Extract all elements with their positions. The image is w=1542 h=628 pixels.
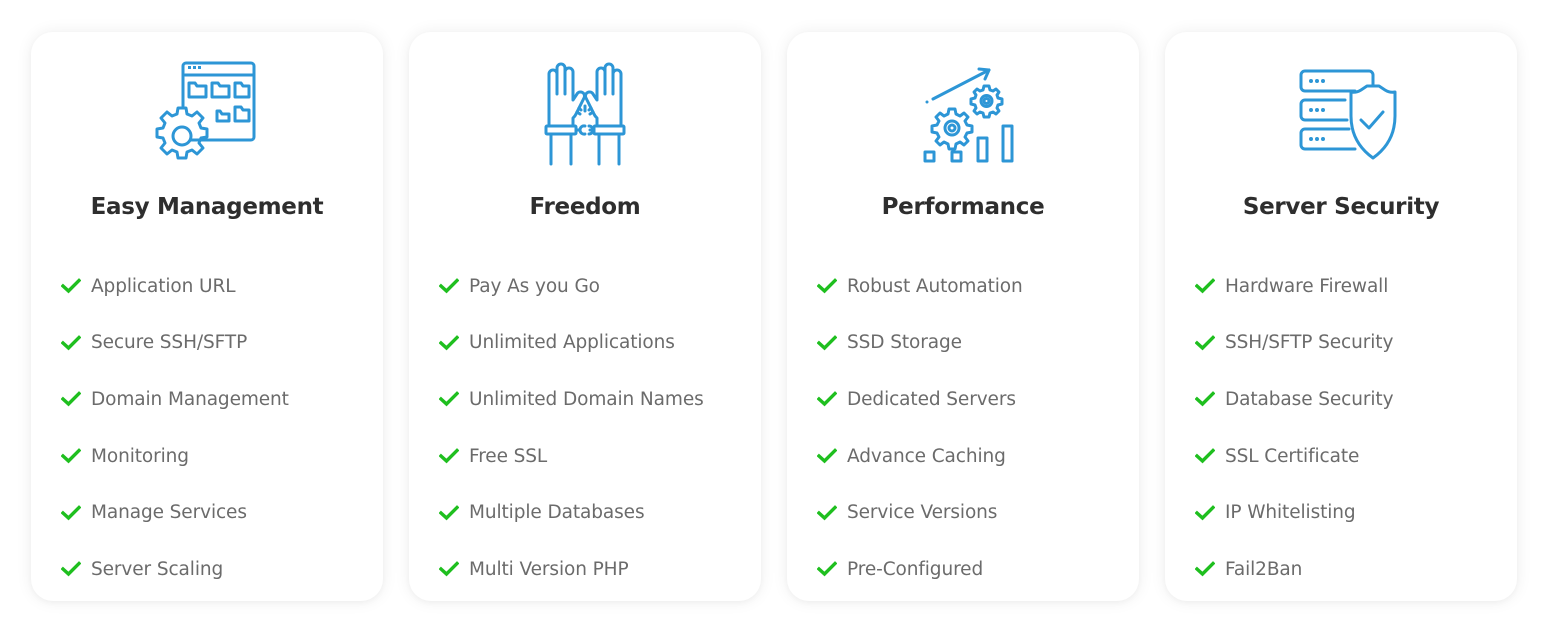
server-shield-icon (1165, 56, 1517, 168)
feature-item: Multiple Databases (439, 484, 704, 541)
feature-item: Robust Automation (817, 258, 1023, 315)
checkmark-icon (1195, 334, 1215, 351)
feature-label: Manage Services (91, 502, 247, 524)
feature-label: Hardware Firewall (1225, 275, 1389, 297)
checkmark-icon (817, 278, 837, 294)
checkmark-icon (1195, 504, 1215, 521)
feature-list: Application URL Secure SSH/SFTP Domain M… (61, 258, 289, 598)
checkmark-icon (439, 278, 459, 294)
checkmark-icon (817, 448, 837, 464)
checkmark-icon (61, 391, 81, 407)
feature-label: Fail2Ban (1225, 558, 1303, 580)
feature-item: SSL Certificate (1195, 428, 1393, 485)
file-manager-gear-icon (31, 56, 383, 168)
feature-item: Domain Management (61, 371, 289, 428)
checkmark-icon (1195, 278, 1215, 294)
checkmark-icon (61, 504, 81, 521)
feature-label: Multi Version PHP (469, 558, 629, 580)
feature-label: Secure SSH/SFTP (91, 332, 248, 354)
feature-list: Robust Automation SSD Storage Dedicated … (817, 258, 1023, 598)
feature-label: Application URL (91, 275, 236, 297)
card-title: Easy Management (90, 194, 324, 220)
checkmark-icon (1195, 561, 1215, 577)
feature-cards-grid: Easy Management Application URL Secure S… (0, 0, 1542, 628)
feature-item: Advance Caching (817, 428, 1023, 485)
feature-item: SSH/SFTP Security (1195, 315, 1393, 372)
checkmark-icon (817, 391, 837, 407)
checkmark-icon (439, 561, 459, 577)
card-title: Performance (881, 194, 1045, 220)
checkmark-icon (817, 561, 837, 577)
feature-label: Server Scaling (91, 558, 224, 580)
checkmark-icon (439, 391, 459, 407)
feature-label: Database Security (1225, 388, 1394, 410)
checkmark-icon (439, 334, 459, 351)
checkmark-icon (61, 561, 81, 577)
feature-label: Unlimited Domain Names (469, 388, 704, 410)
checkmark-icon (817, 504, 837, 521)
feature-card-server-security: Server Security Hardware Firewall SSH/SF… (1165, 32, 1517, 601)
checkmark-icon (1195, 391, 1215, 407)
feature-list: Pay As you Go Unlimited Applications Unl… (439, 258, 704, 598)
checkmark-icon (817, 334, 837, 351)
feature-card-performance: Performance Robust Automation SSD Storag… (787, 32, 1139, 601)
feature-item: Dedicated Servers (817, 371, 1023, 428)
checkmark-icon (61, 448, 81, 464)
feature-label: IP Whitelisting (1225, 502, 1356, 524)
feature-item: Manage Services (61, 484, 289, 541)
feature-label: Unlimited Applications (469, 332, 675, 354)
feature-item: Fail2Ban (1195, 541, 1393, 598)
feature-label: Pre-Configured (847, 558, 984, 580)
feature-label: Monitoring (91, 445, 189, 467)
feature-label: SSH/SFTP Security (1225, 332, 1394, 354)
feature-card-freedom: Freedom Pay As you Go Unlimited Applicat… (409, 32, 761, 601)
feature-item: IP Whitelisting (1195, 484, 1393, 541)
feature-label: Multiple Databases (469, 502, 645, 524)
checkmark-icon (61, 334, 81, 351)
feature-item: Hardware Firewall (1195, 258, 1393, 315)
hands-broken-cuffs-icon (409, 56, 761, 168)
feature-label: SSD Storage (847, 332, 962, 354)
feature-item: SSD Storage (817, 315, 1023, 372)
checkmark-icon (1195, 448, 1215, 464)
card-title: Freedom (529, 194, 641, 220)
feature-label: Domain Management (91, 388, 289, 410)
feature-label: Pay As you Go (469, 275, 600, 297)
feature-item: Multi Version PHP (439, 541, 704, 598)
feature-label: Dedicated Servers (847, 388, 1016, 410)
feature-item: Database Security (1195, 371, 1394, 428)
performance-gears-chart-icon (787, 56, 1139, 168)
feature-label: Free SSL (469, 445, 548, 467)
feature-label: Service Versions (847, 502, 998, 524)
feature-card-easy-management: Easy Management Application URL Secure S… (31, 32, 383, 601)
feature-list: Hardware Firewall SSH/SFTP Security Data… (1195, 258, 1394, 598)
feature-item: Unlimited Domain Names (439, 371, 704, 428)
feature-item: Secure SSH/SFTP (61, 315, 289, 372)
feature-item: Service Versions (817, 484, 1023, 541)
feature-item: Pre-Configured (817, 541, 1023, 598)
feature-item: Server Scaling (61, 541, 289, 598)
feature-item: Pay As you Go (439, 258, 704, 315)
feature-item: Free SSL (439, 428, 704, 485)
checkmark-icon (439, 504, 459, 521)
feature-label: SSL Certificate (1225, 445, 1360, 467)
feature-item: Unlimited Applications (439, 315, 704, 372)
checkmark-icon (439, 448, 459, 464)
feature-label: Advance Caching (847, 445, 1006, 467)
feature-label: Robust Automation (847, 275, 1023, 297)
checkmark-icon (61, 278, 81, 294)
feature-item: Application URL (61, 258, 289, 315)
card-title: Server Security (1242, 194, 1440, 220)
feature-item: Monitoring (61, 428, 289, 485)
